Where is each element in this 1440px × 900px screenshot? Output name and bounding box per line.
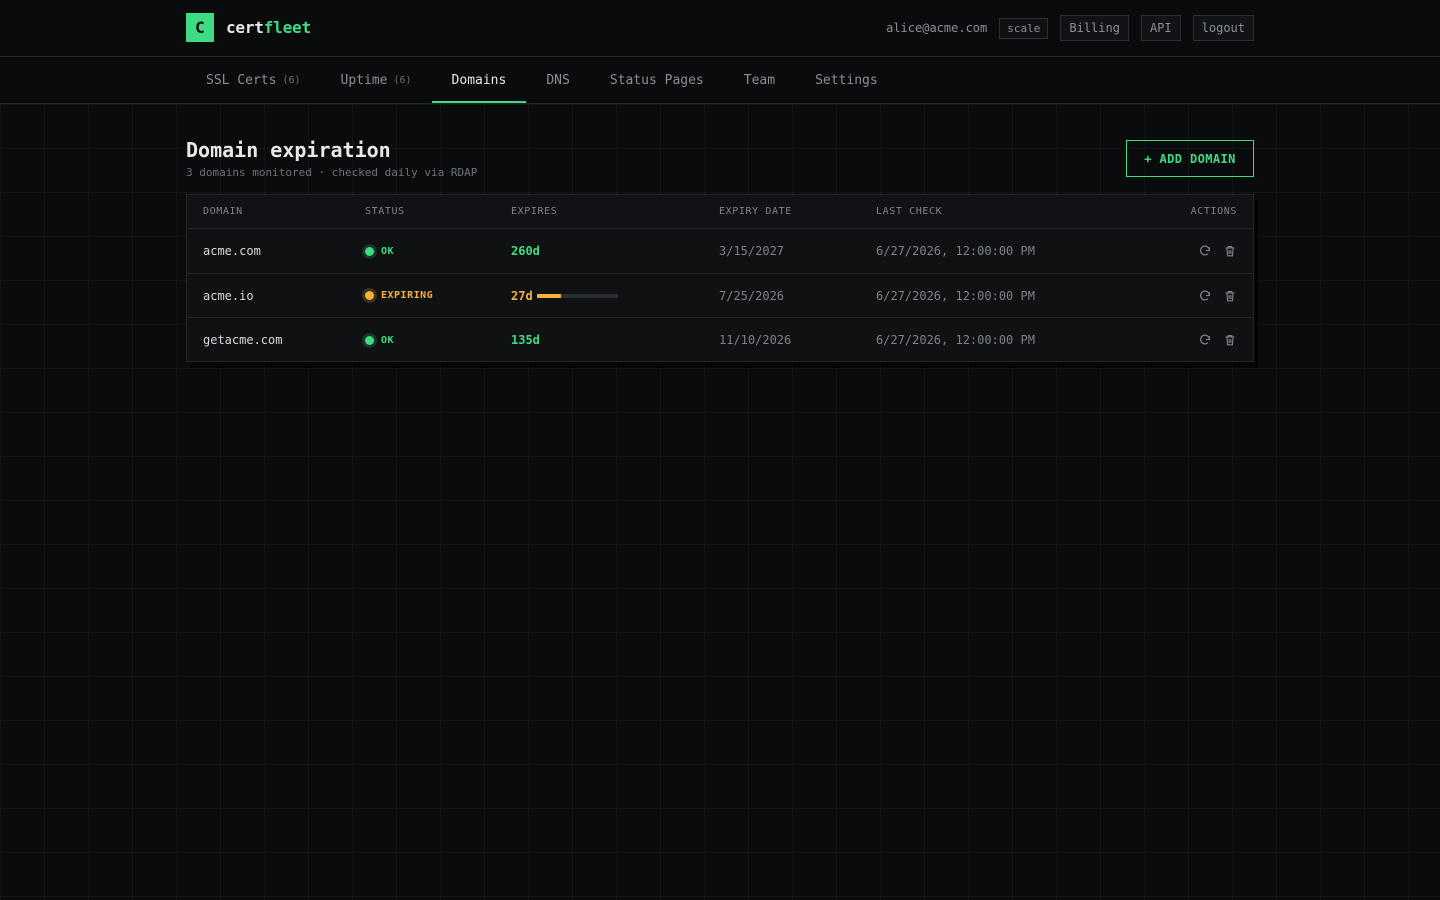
status-dot [365, 246, 374, 256]
plan-badge: scale [999, 17, 1049, 39]
status-badge: OK [365, 229, 394, 273]
tab-label: Status Pages [609, 72, 704, 88]
column-header-actions: ACTIONS [1190, 206, 1237, 217]
expiry-date: 3/15/2027 [719, 244, 785, 258]
table-row[interactable]: acme.com OK 260d 3/15/2027 6/27/2026, 12… [187, 229, 1253, 274]
domain-name: acme.com [203, 244, 261, 258]
tab-status-pages[interactable]: Status Pages [590, 57, 724, 103]
column-header-domain[interactable]: DOMAIN [203, 195, 243, 228]
add-domain-button[interactable]: + ADD DOMAIN [1126, 140, 1254, 177]
tab-settings[interactable]: Settings [795, 57, 898, 103]
last-check: 6/27/2026, 12:00:00 PM [876, 288, 1035, 303]
expires-in: 27d [511, 274, 618, 317]
refresh-icon[interactable] [1198, 289, 1212, 303]
expires-days: 27d [511, 288, 533, 303]
page-subtitle: 3 domains monitored · checked daily via … [186, 166, 478, 179]
api-button[interactable]: API [1140, 15, 1181, 41]
table-header: DOMAIN STATUS EXPIRES EXPIRY DATE LAST C… [187, 195, 1253, 229]
logout-button[interactable]: logout [1192, 15, 1254, 41]
table-row[interactable]: getacme.com OK 135d 11/10/2026 6/27/2026… [187, 318, 1253, 362]
column-header-last-check[interactable]: LAST CHECK [876, 195, 942, 228]
status-text: OK [381, 334, 395, 346]
status-text: EXPIRING [381, 290, 434, 301]
row-actions [1187, 229, 1237, 273]
refresh-icon[interactable] [1198, 333, 1212, 347]
trash-icon[interactable] [1223, 333, 1237, 347]
user-email: alice@acme.com [886, 21, 988, 35]
brand[interactable]: C certfleet [186, 13, 311, 42]
column-header-status[interactable]: STATUS [365, 195, 405, 228]
tab-label: Domains [451, 72, 507, 88]
nav-bar: SSL Certs (6) Uptime (6) Domains DNS Statu… [0, 57, 1440, 104]
expiry-progress-bar [536, 293, 618, 298]
last-check: 6/27/2026, 12:00:00 PM [876, 333, 1035, 347]
tab-team[interactable]: Team [724, 57, 795, 103]
account-area: alice@acme.com scale Billing API logout [886, 15, 1254, 41]
expiry-progress-fill [536, 293, 561, 298]
domain-name: acme.io [203, 288, 254, 303]
brand-logo: C [186, 13, 214, 42]
row-actions [1187, 274, 1237, 317]
column-header-expires[interactable]: EXPIRES [511, 195, 557, 228]
domains-table: DOMAIN STATUS EXPIRES EXPIRY DATE LAST C… [186, 194, 1254, 362]
tab-ssl-certs[interactable]: SSL Certs (6) [186, 57, 321, 103]
column-header-expiry-date[interactable]: EXPIRY DATE [719, 195, 792, 228]
domain-name: getacme.com [203, 333, 283, 347]
row-actions [1187, 318, 1237, 362]
expires-days: 135d [511, 333, 540, 347]
page-title: Domain expiration [186, 138, 391, 162]
trash-icon[interactable] [1223, 289, 1237, 303]
table-row[interactable]: acme.io EXPIRING 27d 7/25/2026 6/27/2026… [187, 274, 1253, 318]
nav-tabs: SSL Certs (6) Uptime (6) Domains DNS Statu… [186, 57, 898, 103]
billing-button[interactable]: Billing [1060, 15, 1129, 41]
top-bar: C certfleet alice@acme.com scale Billing… [0, 0, 1440, 57]
tab-label: Uptime [340, 72, 388, 88]
tab-domains[interactable]: Domains [431, 57, 527, 103]
tab-label: Team [743, 72, 776, 88]
brand-name: certfleet [226, 18, 311, 37]
expiry-date: 7/25/2026 [719, 288, 785, 303]
status-dot [365, 291, 374, 300]
expiry-date: 11/10/2026 [719, 333, 792, 347]
tab-uptime[interactable]: Uptime (6) [321, 57, 432, 103]
status-text: OK [381, 245, 395, 257]
tab-dns[interactable]: DNS [526, 57, 589, 103]
tab-count: (6) [282, 74, 301, 86]
tab-count: (6) [393, 74, 412, 86]
expires-days: 260d [511, 244, 540, 258]
refresh-icon[interactable] [1198, 244, 1212, 258]
expires-in: 135d [511, 318, 540, 362]
status-badge: OK [365, 318, 394, 362]
tab-label: Settings [815, 72, 878, 88]
expires-in: 260d [511, 229, 540, 273]
brand-name-prefix: cert [226, 18, 264, 37]
tab-label: DNS [546, 72, 570, 88]
last-check: 6/27/2026, 12:00:00 PM [876, 244, 1035, 258]
tab-label: SSL Certs [206, 72, 277, 88]
status-dot [365, 335, 374, 345]
trash-icon[interactable] [1223, 244, 1237, 258]
brand-name-suffix: fleet [263, 18, 311, 37]
status-badge: EXPIRING [365, 274, 433, 317]
page-header: Domain expiration 3 domains monitored · … [186, 138, 477, 179]
